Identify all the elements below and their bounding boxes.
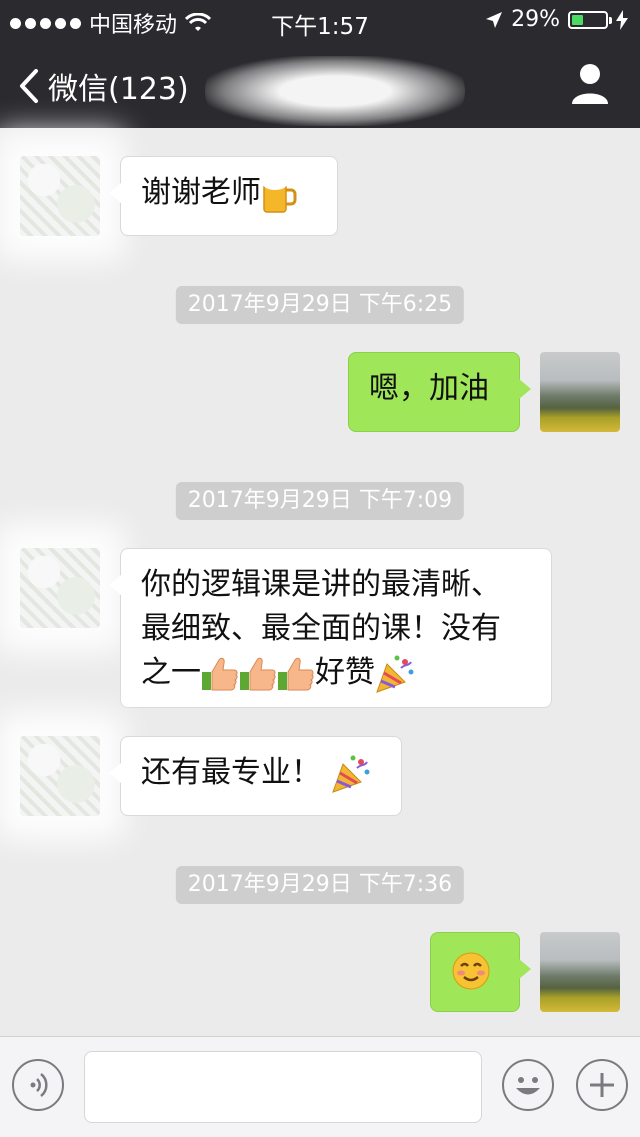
- message-text: 嗯，加油: [369, 371, 489, 406]
- add-button[interactable]: [576, 1059, 628, 1111]
- smiling-face-icon: [452, 952, 490, 990]
- thumbs-up-icon: [202, 657, 238, 690]
- timestamp: 2017年9月29日 下午7:36: [175, 866, 465, 904]
- thumbs-up-icon: [278, 657, 314, 690]
- charging-bolt-icon: [616, 9, 628, 30]
- back-button[interactable]: 微信(123): [18, 64, 189, 108]
- message-bubble-sent[interactable]: 嗯，加油: [348, 352, 531, 432]
- chevron-left-icon: [20, 69, 38, 103]
- message-bubble-received[interactable]: 还有最专业！: [109, 736, 402, 816]
- message-line: 最细致、最全面的课！没有: [141, 611, 501, 646]
- message-line: 你的逻辑课是讲的最清晰、: [141, 567, 501, 602]
- input-bar: [0, 1036, 640, 1137]
- contact-avatar[interactable]: [20, 736, 100, 816]
- chat-title-redacted: [205, 56, 465, 126]
- message-line: 之一: [141, 655, 201, 690]
- battery-icon: [568, 10, 612, 29]
- back-label: 微信(123): [48, 72, 189, 107]
- thumbs-up-icon: [240, 657, 276, 690]
- status-bar: 中国移动 下午1:57 29%: [0, 0, 640, 40]
- message-line: 好赞: [315, 655, 375, 690]
- message-bubble-received[interactable]: 谢谢老师: [109, 156, 338, 236]
- timestamp: 2017年9月29日 下午6:25: [175, 286, 465, 324]
- party-popper-icon: [331, 755, 370, 793]
- voice-button[interactable]: [12, 1059, 64, 1111]
- person-icon[interactable]: [570, 62, 610, 106]
- my-avatar[interactable]: [540, 352, 620, 432]
- emoji-button[interactable]: [502, 1059, 554, 1111]
- message-bubble-received[interactable]: 你的逻辑课是讲的最清晰、 最细致、最全面的课！没有 之一 好赞: [109, 548, 552, 708]
- battery-percent: 29%: [511, 7, 560, 32]
- location-arrow-icon: [486, 11, 503, 28]
- contact-avatar[interactable]: [20, 548, 100, 628]
- message-bubble-sent[interactable]: [430, 932, 531, 1012]
- message-text: 还有最专业！: [141, 755, 321, 790]
- plus-icon: [590, 1073, 614, 1097]
- message-input[interactable]: [84, 1051, 482, 1123]
- message-text: 谢谢老师: [141, 175, 261, 210]
- timestamp: 2017年9月29日 下午7:09: [175, 482, 465, 520]
- beer-mug-icon: [263, 174, 297, 213]
- smiley-icon: [516, 1077, 540, 1095]
- voice-icon: [30, 1073, 48, 1097]
- my-avatar[interactable]: [540, 932, 620, 1012]
- party-popper-icon: [376, 655, 414, 693]
- contact-avatar[interactable]: [20, 156, 100, 236]
- nav-bar: 微信(123): [0, 40, 640, 128]
